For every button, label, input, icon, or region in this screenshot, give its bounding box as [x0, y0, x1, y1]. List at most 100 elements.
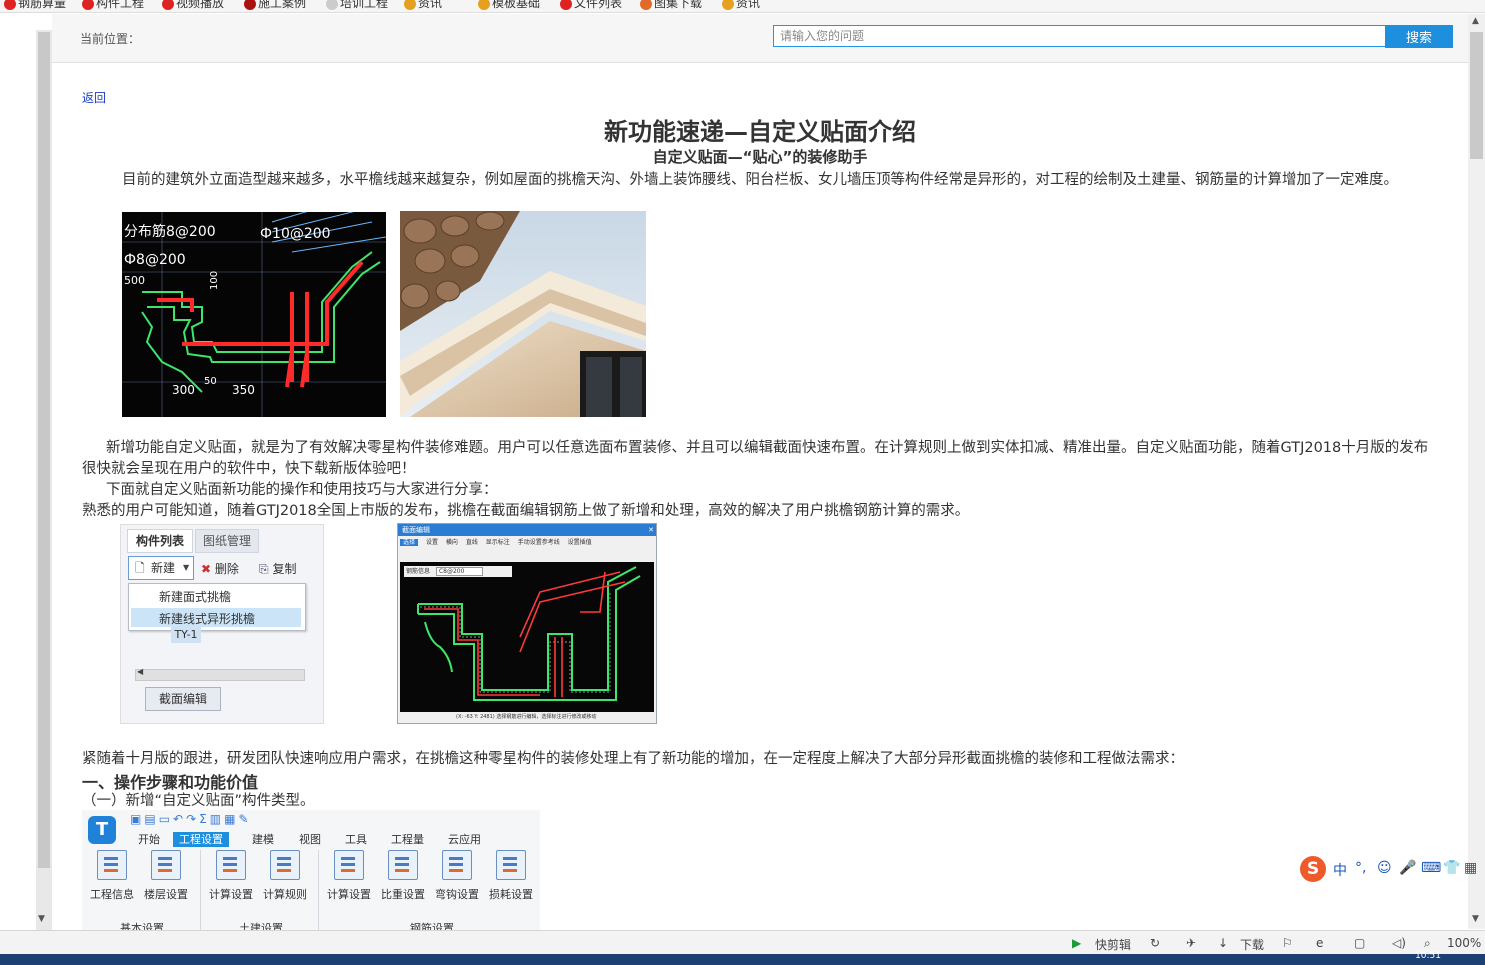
delete-button-label: 删除: [214, 562, 239, 576]
list-item[interactable]: TY-1: [171, 627, 201, 643]
tab-component-list[interactable]: 构件列表: [127, 529, 193, 553]
line-tool[interactable]: 直线: [466, 539, 478, 546]
cad-label: 500: [124, 274, 145, 287]
tab-modeling[interactable]: 建模: [246, 832, 280, 847]
history-icon[interactable]: ↻: [1150, 936, 1160, 950]
ime-punctuation-icon[interactable]: °,: [1355, 860, 1366, 876]
bookmark-item[interactable]: 模板基础: [478, 0, 540, 11]
download-button[interactable]: 下载: [1240, 936, 1264, 953]
search-button[interactable]: 搜索: [1385, 25, 1453, 48]
scroll-down-arrow-icon[interactable]: ▼: [38, 914, 45, 924]
tab-drawing-management[interactable]: 图纸管理: [195, 529, 259, 553]
ime-tools-icon[interactable]: ▦: [1464, 860, 1477, 876]
loss-settings-button[interactable]: 损耗设置: [486, 850, 536, 902]
set-tool[interactable]: 设置: [426, 539, 438, 546]
ime-skin-icon[interactable]: 👕: [1443, 860, 1460, 876]
flag-icon[interactable]: ⚐: [1282, 936, 1293, 950]
horizontal-tool[interactable]: 横向: [446, 539, 458, 546]
bookmark-item[interactable]: 施工案例: [244, 0, 306, 11]
bookmark-label: 施工案例: [258, 0, 307, 10]
select-tool[interactable]: 选择: [400, 539, 419, 546]
density-settings-icon: [388, 850, 418, 880]
sogou-logo-icon[interactable]: S: [1300, 856, 1326, 882]
view-icon[interactable]: ▦: [224, 812, 238, 826]
bookmark-item[interactable]: 培训工程: [326, 0, 388, 11]
menu-item-new-line-eave[interactable]: 新建线式异形挑檐: [159, 610, 255, 627]
tab-quantity[interactable]: 工程量: [385, 832, 430, 847]
sound-icon[interactable]: ◁): [1392, 936, 1406, 950]
page-subtitle: 自定义贴面—“贴心”的装修助手: [652, 148, 868, 166]
cad-label: 分布筋8@200: [124, 223, 216, 240]
cad-label: 100: [209, 271, 220, 290]
undo-icon[interactable]: ↶: [173, 812, 186, 826]
open-icon[interactable]: ▭: [159, 812, 173, 826]
interp-tool[interactable]: 设置插值: [568, 539, 592, 546]
hook-settings-icon: [442, 850, 472, 880]
browser-statusbar: ▶ 快剪辑 ↻ ✈ ↓ 下载 ⚐ e ▢ ◁) ⌕ 100%: [0, 930, 1485, 955]
edit-icon[interactable]: ✎: [238, 812, 251, 826]
tab-cloud[interactable]: 云应用: [442, 832, 487, 847]
scroll-up-arrow-icon[interactable]: ▲: [1472, 16, 1479, 26]
pin-icon[interactable]: ✈: [1186, 936, 1196, 950]
editor-statusbar: (X: -63 Y: 2481) 选择钢筋进行编辑，选择标注进行修改或移动: [400, 713, 654, 722]
show-dims-tool[interactable]: 显示标注: [486, 539, 510, 546]
bookmark-item[interactable]: 文件列表: [560, 0, 622, 11]
feature-paragraph: 新增功能自定义贴面，就是为了有效解决零星构件装修难题。用户可以任意选面布置装修、…: [82, 440, 1429, 477]
search-input[interactable]: [773, 25, 1393, 47]
report-icon[interactable]: ▥: [210, 812, 224, 826]
calc-rules-button[interactable]: 计算规则: [260, 850, 310, 902]
menu-item-new-face-eave[interactable]: 新建面式挑檐: [159, 588, 231, 605]
loss-settings-icon: [496, 850, 526, 880]
project-info-button[interactable]: 工程信息: [87, 850, 137, 902]
section-edit-button[interactable]: 截面编辑: [145, 687, 221, 711]
quick-clip-icon[interactable]: ▶: [1072, 936, 1081, 950]
cad-label: 300: [172, 383, 195, 397]
density-settings-label: 比重设置: [381, 888, 425, 901]
delete-button[interactable]: ✖ 删除: [201, 560, 239, 577]
editor-canvas[interactable]: 钢筋信息 C8@200: [400, 562, 654, 712]
ime-voice-icon[interactable]: 🎤: [1399, 860, 1416, 876]
ime-chinese-mode[interactable]: 中: [1333, 860, 1347, 880]
save-icon[interactable]: ▣: [130, 812, 144, 826]
tab-project-settings[interactable]: 工程设置: [173, 832, 229, 847]
bookmark-item[interactable]: 资讯: [404, 0, 442, 11]
back-link[interactable]: 返回: [82, 89, 106, 106]
zoom-level[interactable]: 100%: [1447, 936, 1481, 950]
print-icon[interactable]: ▤: [144, 812, 158, 826]
dropdown-arrow-icon[interactable]: ▼: [183, 557, 189, 579]
app-logo-icon: T: [88, 816, 116, 844]
tab-view[interactable]: 视图: [293, 832, 327, 847]
ref-line-tool[interactable]: 手动设置参考线: [518, 539, 560, 546]
close-icon[interactable]: ✕: [648, 524, 654, 536]
bookmark-item[interactable]: 构件工程: [82, 0, 144, 11]
rebar-calc-settings-button[interactable]: 计算设置: [324, 850, 374, 902]
bookmark-item[interactable]: 钢筋算量: [4, 0, 66, 11]
scroll-left-arrow-icon[interactable]: ◀: [137, 667, 143, 676]
civil-calc-settings-button[interactable]: 计算设置: [206, 850, 256, 902]
tab-start[interactable]: 开始: [132, 832, 166, 847]
ime-emoji-icon[interactable]: ☺: [1377, 860, 1392, 876]
hook-settings-button[interactable]: 弯钩设置: [432, 850, 482, 902]
bookmark-item[interactable]: 图集下载: [640, 0, 702, 11]
ime-keyboard-icon[interactable]: ⌨: [1421, 860, 1441, 876]
redo-icon[interactable]: ↷: [186, 812, 199, 826]
density-settings-button[interactable]: 比重设置: [378, 850, 428, 902]
quick-clip-button[interactable]: 快剪辑: [1095, 936, 1131, 953]
calc-settings-icon: [216, 850, 246, 880]
download-icon[interactable]: ↓: [1218, 936, 1228, 950]
sum-icon[interactable]: Σ: [199, 812, 210, 826]
bookmark-item[interactable]: 资讯: [722, 0, 760, 11]
new-button[interactable]: 🗋 新建 ▼: [128, 556, 194, 580]
floor-settings-button[interactable]: 楼层设置: [141, 850, 191, 902]
copy-icon: ⎘: [259, 562, 269, 576]
tab-tools[interactable]: 工具: [339, 832, 373, 847]
horizontal-scrollbar[interactable]: ◀: [135, 667, 305, 681]
civil-calc-settings-label: 计算设置: [209, 888, 253, 901]
bookmark-item[interactable]: 视频播放: [162, 0, 224, 11]
window-icon[interactable]: ▢: [1354, 936, 1365, 950]
ie-icon[interactable]: e: [1316, 936, 1323, 950]
zoom-icon[interactable]: ⌕: [1424, 936, 1431, 951]
copy-button[interactable]: ⎘ 复制: [259, 560, 296, 577]
scroll-down-arrow-icon[interactable]: ▼: [1472, 914, 1479, 924]
bookmark-label: 资讯: [418, 0, 443, 10]
